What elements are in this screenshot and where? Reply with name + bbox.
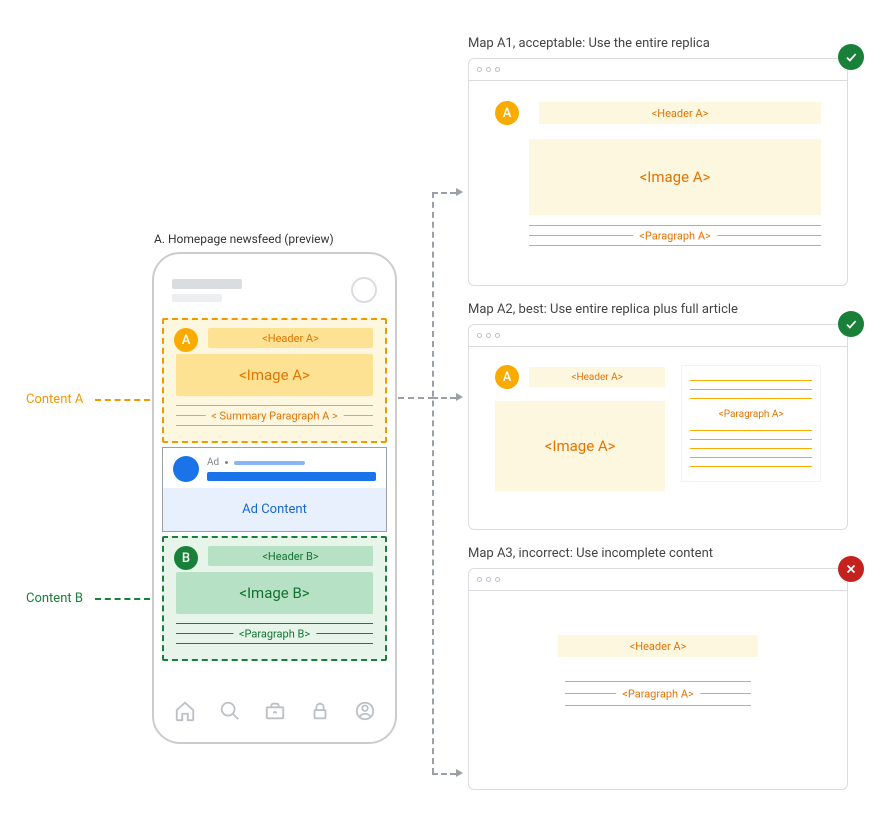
- ad-card: Ad Ad Content: [162, 447, 387, 532]
- arrow-icon: [456, 393, 463, 401]
- window-dot-icon: [495, 577, 500, 582]
- paragraph-a-label: <Paragraph A>: [633, 229, 717, 242]
- badge-a: A: [495, 365, 519, 389]
- connector-horizontal: [432, 773, 456, 775]
- avatar-placeholder: [351, 277, 377, 303]
- dot-separator-icon: [225, 461, 228, 464]
- user-icon: [354, 700, 376, 722]
- phone-mock: A <Header A> <Image A> < Summary Paragra…: [152, 252, 397, 744]
- content-card-b: B <Header B> <Image B> <Paragraph B>: [162, 536, 387, 661]
- content-card-a: A <Header A> <Image A> < Summary Paragra…: [162, 318, 387, 443]
- browser-map-a3: <Header A> <Paragraph A>: [468, 568, 848, 790]
- ad-label: Ad: [207, 457, 219, 468]
- paragraph-b: <Paragraph B>: [176, 623, 373, 644]
- article-paragraph-panel: <Paragraph A>: [681, 365, 821, 482]
- home-icon: [174, 700, 196, 722]
- window-dot-icon: [486, 577, 491, 582]
- connector-vertical: [432, 192, 434, 774]
- window-dot-icon: [486, 67, 491, 72]
- caption-map-a2: Map A2, best: Use entire replica plus fu…: [468, 302, 858, 317]
- paragraph-b-label: <Paragraph B>: [233, 627, 316, 640]
- image-a: <Image A>: [529, 139, 821, 215]
- lock-icon: [309, 700, 331, 722]
- connector-horizontal: [398, 397, 434, 399]
- caption-map-a1: Map A1, acceptable: Use the entire repli…: [468, 36, 858, 51]
- ad-content: Ad Content: [163, 488, 386, 531]
- placeholder-bar: [172, 279, 242, 289]
- check-icon: [838, 44, 864, 70]
- window-dot-icon: [486, 333, 491, 338]
- caption-phone: A. Homepage newsfeed (preview): [154, 232, 334, 246]
- image-a: <Image A>: [495, 401, 665, 491]
- image-b: <Image B>: [176, 572, 373, 614]
- connector-horizontal: [432, 192, 456, 194]
- browser-map-a1: A <Header A> <Image A> <Paragraph A>: [468, 58, 848, 286]
- summary-paragraph-a-label: < Summary Paragraph A >: [205, 409, 344, 422]
- window-dot-icon: [477, 577, 482, 582]
- app-header: [162, 262, 387, 318]
- bottom-nav: [162, 688, 387, 734]
- connector-label-a: [95, 399, 150, 401]
- paragraph-a: <Paragraph A>: [529, 225, 821, 246]
- window-dot-icon: [477, 67, 482, 72]
- header-a: <Header A>: [539, 102, 821, 124]
- label-content-a: Content A: [26, 392, 83, 407]
- briefcase-icon: [264, 700, 286, 722]
- image-a: <Image A>: [176, 354, 373, 396]
- header-b: <Header B>: [208, 546, 373, 566]
- paragraph-a-label: <Paragraph A>: [690, 407, 812, 422]
- badge-a: A: [495, 101, 519, 125]
- header-a: <Header A>: [208, 328, 373, 348]
- window-dot-icon: [495, 67, 500, 72]
- window-controls: [469, 59, 847, 81]
- window-controls: [469, 569, 847, 591]
- connector-horizontal: [432, 397, 456, 399]
- window-dot-icon: [477, 333, 482, 338]
- badge-b: B: [174, 546, 198, 570]
- arrow-icon: [456, 769, 463, 777]
- browser-map-a2: A <Header A> <Image A> <Paragraph A>: [468, 324, 848, 530]
- summary-paragraph-a: < Summary Paragraph A >: [176, 405, 373, 426]
- placeholder-bar: [234, 461, 305, 465]
- check-icon: [838, 311, 864, 337]
- connector-label-b: [95, 598, 150, 600]
- placeholder-bar: [172, 294, 222, 302]
- search-icon: [219, 700, 241, 722]
- window-dot-icon: [495, 333, 500, 338]
- badge-a: A: [174, 328, 198, 352]
- header-a: <Header A>: [558, 635, 758, 657]
- caption-map-a3: Map A3, incorrect: Use incomplete conten…: [468, 546, 858, 561]
- paragraph-a-label: <Paragraph A>: [616, 687, 700, 700]
- window-controls: [469, 325, 847, 347]
- paragraph-a: <Paragraph A>: [565, 681, 751, 706]
- header-a: <Header A>: [529, 367, 665, 387]
- ad-avatar: [173, 456, 199, 482]
- arrow-icon: [456, 188, 463, 196]
- cross-icon: [838, 556, 864, 582]
- label-content-b: Content B: [26, 591, 83, 606]
- placeholder-bar: [207, 472, 376, 481]
